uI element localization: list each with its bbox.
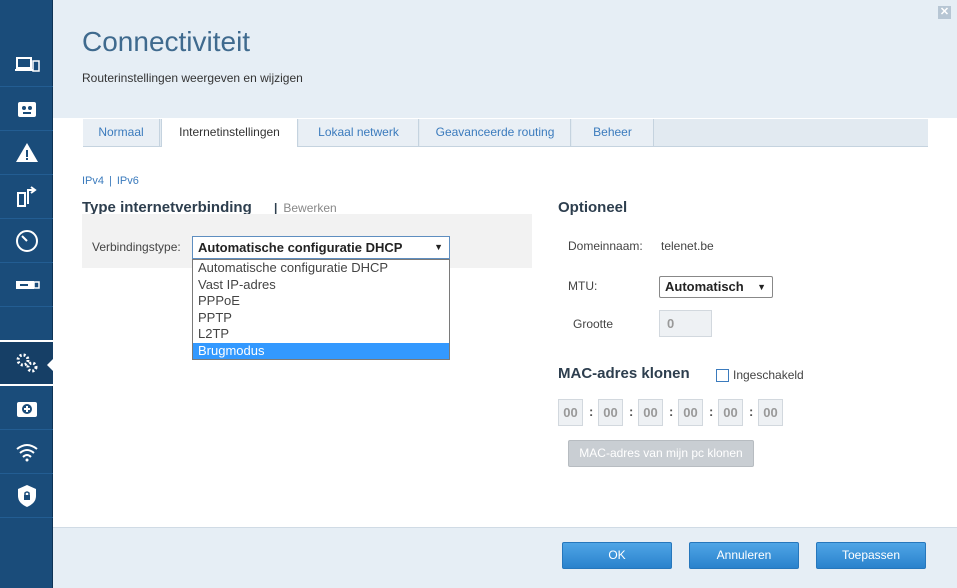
domain-name-value: telenet.be xyxy=(661,239,714,253)
connection-type-value: Automatische configuratie DHCP xyxy=(198,240,403,255)
mtu-size-input[interactable]: 0 xyxy=(659,310,712,337)
mac-clone-enabled-checkbox[interactable] xyxy=(716,369,729,382)
sidebar-item-devices[interactable] xyxy=(0,43,53,87)
page-header: Connectiviteit Routerinstellingen weerge… xyxy=(53,0,957,118)
mac-separator: : xyxy=(589,404,594,419)
media-prioritization-icon xyxy=(16,185,37,207)
edit-separator: | xyxy=(274,201,278,215)
connectivity-settings-icon xyxy=(16,353,37,373)
guest-access-icon xyxy=(15,142,38,162)
dropdown-option-static-ip[interactable]: Vast IP-adres xyxy=(193,277,449,294)
mtu-label: MTU: xyxy=(568,279,598,293)
sidebar-item-guest-access[interactable] xyxy=(0,131,53,175)
tab-bar: Normaal Internetinstellingen Lokaal netw… xyxy=(83,119,928,147)
sidebar-item-parental-controls[interactable] xyxy=(0,87,53,131)
parental-controls-icon xyxy=(17,101,36,117)
security-icon xyxy=(17,484,36,507)
mac-octet-2[interactable]: 00 xyxy=(598,399,623,426)
mtu-value: Automatisch xyxy=(665,279,744,294)
sidebar-item-troubleshooting[interactable] xyxy=(0,386,53,430)
sidebar-item-wireless[interactable] xyxy=(0,430,53,474)
page-title: Connectiviteit xyxy=(82,26,251,57)
connection-type-select[interactable]: Automatische configuratie DHCP ▼ xyxy=(192,236,450,259)
dropdown-option-dhcp[interactable]: Automatische configuratie DHCP xyxy=(193,260,449,277)
sidebar-item-security[interactable] xyxy=(0,474,53,518)
mac-octet-1[interactable]: 00 xyxy=(558,399,583,426)
mac-separator: : xyxy=(709,404,714,419)
edit-area: | Bewerken xyxy=(274,201,337,215)
dropdown-arrow-icon: ▼ xyxy=(434,242,443,252)
page-subtitle: Routerinstellingen weergeven en wijzigen xyxy=(82,71,303,85)
mac-clone-heading: MAC-adres klonen xyxy=(558,365,690,382)
tab-lokaal-netwerk[interactable]: Lokaal netwerk xyxy=(299,119,419,146)
cancel-button[interactable]: Annuleren xyxy=(689,542,799,569)
mac-octet-4[interactable]: 00 xyxy=(678,399,703,426)
speed-test-icon xyxy=(15,229,38,252)
mac-octet-5[interactable]: 00 xyxy=(718,399,743,426)
sidebar-item-speed-test[interactable] xyxy=(0,219,53,263)
ip-version-links: IPv4 | IPv6 xyxy=(82,175,139,187)
sidebar-item-connectivity[interactable] xyxy=(0,340,54,386)
ipv4-link[interactable]: IPv4 xyxy=(82,175,104,187)
mac-separator: : xyxy=(749,404,754,419)
clone-mac-button[interactable]: MAC-adres van mijn pc klonen xyxy=(568,440,754,467)
ok-button[interactable]: OK xyxy=(562,542,672,569)
optional-heading: Optioneel xyxy=(558,199,628,216)
devices-icon xyxy=(14,56,40,72)
troubleshooting-icon xyxy=(16,401,37,417)
dropdown-option-bridge-mode[interactable]: Brugmodus xyxy=(193,342,449,359)
tab-normaal[interactable]: Normaal xyxy=(83,119,160,146)
sidebar-nav xyxy=(0,0,54,588)
sidebar-item-usb-storage[interactable] xyxy=(0,263,53,307)
mac-octet-3[interactable]: 00 xyxy=(638,399,663,426)
mtu-dropdown-arrow-icon: ▼ xyxy=(757,282,766,292)
dropdown-option-l2tp[interactable]: L2TP xyxy=(193,326,449,343)
tab-beheer[interactable]: Beheer xyxy=(572,119,654,146)
close-icon[interactable]: ✕ xyxy=(938,6,951,19)
usb-storage-icon xyxy=(15,280,40,289)
connection-type-label: Verbindingstype: xyxy=(92,240,181,254)
mac-clone-enabled-label: Ingeschakeld xyxy=(733,368,804,382)
apply-button[interactable]: Toepassen xyxy=(816,542,926,569)
mac-separator: : xyxy=(629,404,634,419)
sidebar-item-media-prioritization[interactable] xyxy=(0,175,53,219)
tab-internetinstellingen[interactable]: Internetinstellingen xyxy=(161,119,298,147)
mac-octet-6[interactable]: 00 xyxy=(758,399,783,426)
ip-link-separator: | xyxy=(109,175,112,187)
domain-name-label: Domeinnaam: xyxy=(568,239,643,253)
connection-type-dropdown: Automatische configuratie DHCP Vast IP-a… xyxy=(192,259,450,360)
ipv6-link[interactable]: IPv6 xyxy=(117,175,139,187)
mtu-select[interactable]: Automatisch ▼ xyxy=(659,276,773,298)
edit-link[interactable]: Bewerken xyxy=(283,201,336,215)
size-label: Grootte xyxy=(573,317,614,331)
dropdown-option-pppoe[interactable]: PPPoE xyxy=(193,293,449,310)
dropdown-option-pptp[interactable]: PPTP xyxy=(193,310,449,327)
mac-separator: : xyxy=(669,404,674,419)
wireless-icon xyxy=(15,443,38,461)
tab-geavanceerde-routing[interactable]: Geavanceerde routing xyxy=(420,119,571,146)
